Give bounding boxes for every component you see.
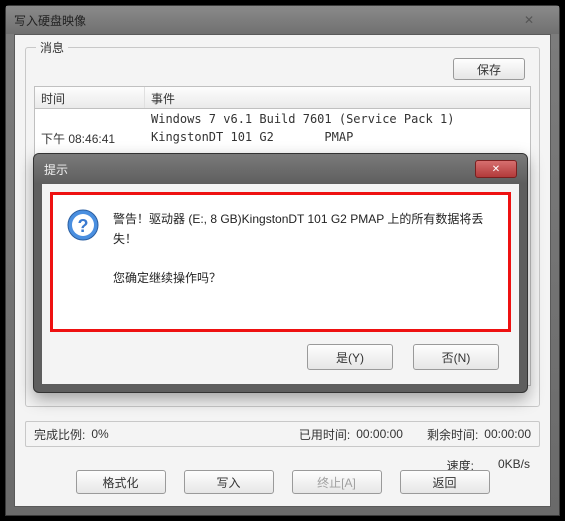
bottom-buttons: 格式化 写入 终止[A] 返回	[25, 470, 540, 494]
col-event-header: 事件	[145, 87, 530, 108]
dialog-title: 提示	[44, 161, 68, 178]
remaining-label: 剩余时间:	[427, 426, 478, 443]
complete-value: 0%	[91, 427, 108, 441]
question-icon: ?	[67, 209, 99, 241]
yes-button[interactable]: 是(Y)	[307, 344, 393, 370]
cell-event: KingstonDT 101 G2 PMAP	[145, 127, 530, 145]
save-button[interactable]: 保存	[453, 58, 525, 80]
remaining-value: 00:00:00	[484, 427, 531, 441]
window-title: 写入硬盘映像	[14, 12, 86, 29]
complete-label: 完成比例:	[34, 426, 85, 443]
yes-button-label: 是(Y)	[336, 349, 364, 366]
save-button-label: 保存	[477, 61, 501, 78]
elapsed-value: 00:00:00	[356, 427, 403, 441]
back-button-label: 返回	[432, 474, 456, 491]
no-button[interactable]: 否(N)	[413, 344, 499, 370]
cell-time: 下午 08:46:41	[35, 127, 145, 145]
col-time-header: 时间	[35, 87, 145, 108]
abort-button[interactable]: 终止[A]	[292, 470, 382, 494]
stats-row: 完成比例: 0% 已用时间: 00:00:00 剩余时间: 00:00:00	[25, 421, 540, 447]
elapsed-label: 已用时间:	[299, 426, 350, 443]
dialog-buttons: 是(Y) 否(N)	[307, 344, 499, 370]
cell-time	[35, 109, 145, 127]
info-group-label: 消息	[36, 39, 68, 56]
close-icon: ✕	[524, 13, 534, 27]
warning-text: 警告！驱动器 (E:, 8 GB)KingstonDT 101 G2 PMAP …	[113, 209, 496, 250]
format-button-label: 格式化	[102, 474, 138, 491]
close-icon: ✕	[492, 164, 500, 175]
no-button-label: 否(N)	[442, 349, 471, 366]
table-row: 下午 08:46:41 KingstonDT 101 G2 PMAP	[35, 127, 530, 145]
abort-button-label: 终止[A]	[317, 474, 356, 491]
svg-text:?: ?	[78, 216, 89, 236]
window-close-button[interactable]: ✕	[507, 11, 551, 29]
warning-box: ? 警告！驱动器 (E:, 8 GB)KingstonDT 101 G2 PMA…	[50, 192, 511, 332]
log-rows: Windows 7 v6.1 Build 7601 (Service Pack …	[35, 109, 530, 145]
dialog-titlebar[interactable]: 提示 ✕	[34, 154, 527, 184]
table-row: Windows 7 v6.1 Build 7601 (Service Pack …	[35, 109, 530, 127]
write-button[interactable]: 写入	[184, 470, 274, 494]
write-button-label: 写入	[216, 474, 240, 491]
titlebar[interactable]: 写入硬盘映像 ✕	[6, 6, 559, 34]
dialog-body: ? 警告！驱动器 (E:, 8 GB)KingstonDT 101 G2 PMA…	[42, 184, 519, 384]
confirm-text: 您确定继续操作吗？	[113, 268, 496, 288]
cell-event: Windows 7 v6.1 Build 7601 (Service Pack …	[145, 109, 530, 127]
confirm-dialog: 提示 ✕ ? 警告！驱动器 (E:, 8 GB)KingstonDT 101 G…	[33, 153, 528, 393]
log-header: 时间 事件	[35, 87, 530, 109]
format-button[interactable]: 格式化	[76, 470, 166, 494]
dialog-close-button[interactable]: ✕	[475, 160, 517, 178]
back-button[interactable]: 返回	[400, 470, 490, 494]
